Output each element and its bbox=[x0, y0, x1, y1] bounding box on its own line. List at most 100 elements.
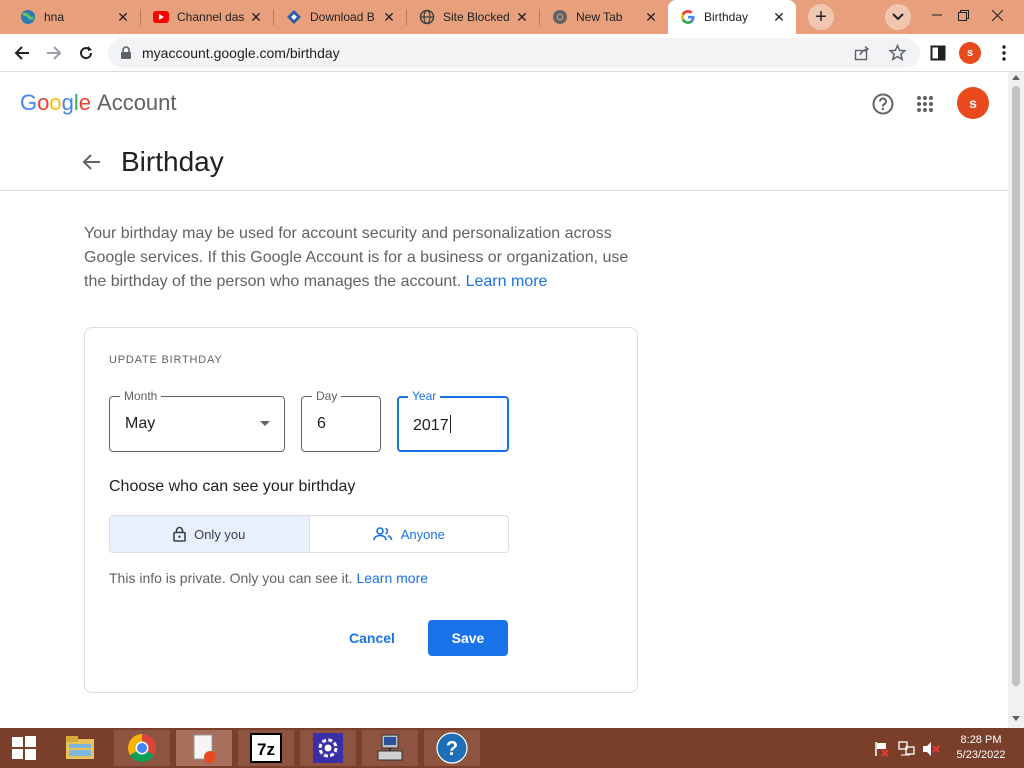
header-divider bbox=[0, 190, 1008, 191]
visibility-option-anyone[interactable]: Anyone bbox=[310, 516, 509, 552]
file-explorer-icon bbox=[66, 736, 94, 759]
tab-hna[interactable]: hna ✕ bbox=[8, 0, 140, 34]
google-account-logo[interactable]: Google Account bbox=[20, 90, 177, 116]
apps-button[interactable] bbox=[911, 90, 939, 118]
year-field[interactable]: Year 2017 bbox=[397, 389, 509, 452]
scroll-up-arrow-icon[interactable] bbox=[1012, 75, 1020, 80]
logo-letter: G bbox=[20, 90, 38, 115]
close-icon[interactable]: ✕ bbox=[644, 10, 658, 24]
lock-icon bbox=[173, 526, 186, 542]
scrollbar-thumb[interactable] bbox=[1012, 86, 1020, 686]
settings-app-icon bbox=[313, 733, 343, 763]
start-button[interactable] bbox=[0, 730, 48, 766]
restore-icon bbox=[957, 9, 969, 21]
logo-letter: o bbox=[37, 90, 50, 115]
page-scrollbar[interactable] bbox=[1008, 72, 1024, 728]
taskbar-clock[interactable]: 8:28 PM 5/23/2022 bbox=[946, 733, 1016, 763]
lock-icon[interactable] bbox=[120, 46, 132, 65]
forward-button[interactable] bbox=[40, 39, 68, 67]
taskbar-notepad[interactable] bbox=[176, 730, 232, 766]
taskbar-file-explorer[interactable] bbox=[52, 730, 108, 766]
browser-tab-strip: hna ✕ Channel das ✕ Download B ✕ Site Bl… bbox=[0, 0, 1024, 34]
volume-muted-icon[interactable] bbox=[922, 741, 940, 762]
notepad-icon bbox=[193, 734, 216, 763]
tab-title: New Tab bbox=[576, 10, 623, 24]
network-icon[interactable] bbox=[898, 741, 916, 762]
logo-letter: o bbox=[49, 90, 62, 115]
close-icon[interactable]: ✕ bbox=[515, 10, 529, 24]
youtube-icon bbox=[153, 9, 169, 25]
tab-title: Birthday bbox=[704, 10, 749, 24]
day-field[interactable]: Day 6 bbox=[301, 389, 381, 452]
windows-taskbar: 7z ? 8:28 PM 5/23/2022 bbox=[0, 728, 1024, 768]
back-arrow-button[interactable] bbox=[80, 150, 104, 174]
side-panel-button[interactable] bbox=[924, 39, 952, 67]
7zip-icon: 7z bbox=[250, 733, 282, 763]
taskbar-7zip[interactable]: 7z bbox=[238, 730, 294, 766]
minimize-button[interactable] bbox=[924, 2, 950, 28]
year-value: 2017 bbox=[413, 415, 451, 435]
windows-logo-icon bbox=[12, 736, 36, 760]
privacy-note: This info is private. Only you can see i… bbox=[109, 570, 428, 586]
visibility-option-only-you[interactable]: Only you bbox=[110, 516, 310, 552]
chrome-icon bbox=[552, 9, 568, 25]
browser-toolbar: myaccount.google.com/birthday s bbox=[0, 34, 1024, 72]
option-label: Only you bbox=[194, 526, 246, 542]
browser-menu-button[interactable] bbox=[990, 39, 1018, 67]
tab-search-button[interactable] bbox=[885, 4, 911, 30]
learn-more-link[interactable]: Learn more bbox=[466, 273, 548, 290]
back-button[interactable] bbox=[8, 39, 36, 67]
arrow-left-icon bbox=[14, 46, 29, 60]
taskbar-settings-app[interactable] bbox=[300, 730, 356, 766]
close-icon[interactable]: ✕ bbox=[382, 10, 396, 24]
account-label: Account bbox=[97, 90, 177, 115]
cancel-button[interactable]: Cancel bbox=[334, 620, 410, 656]
tab-site-blocked[interactable]: Site Blocked ✕ bbox=[407, 0, 539, 34]
share-icon[interactable] bbox=[854, 45, 870, 66]
chevron-down-icon bbox=[892, 13, 904, 21]
network-computer-icon bbox=[377, 734, 403, 761]
arrow-right-icon bbox=[47, 46, 62, 60]
text-caret bbox=[449, 415, 451, 433]
close-icon bbox=[991, 9, 1003, 21]
tab-title: Site Blocked bbox=[443, 10, 510, 24]
logo-letter: e bbox=[78, 90, 92, 115]
tab-new-tab[interactable]: New Tab ✕ bbox=[540, 0, 668, 34]
month-label: Month bbox=[120, 389, 162, 403]
tab-birthday[interactable]: Birthday ✕ bbox=[668, 0, 796, 34]
taskbar-help-app[interactable]: ? bbox=[424, 730, 480, 766]
visibility-toggle: Only you Anyone bbox=[109, 515, 509, 553]
help-button[interactable] bbox=[869, 90, 897, 118]
close-icon[interactable]: ✕ bbox=[116, 10, 130, 24]
tab-download[interactable]: Download B ✕ bbox=[274, 0, 406, 34]
address-bar[interactable]: myaccount.google.com/birthday bbox=[108, 38, 920, 68]
reload-button[interactable] bbox=[72, 39, 100, 67]
save-button[interactable]: Save bbox=[428, 620, 508, 656]
dropdown-arrow-icon bbox=[260, 421, 270, 426]
logo-letter: g bbox=[61, 90, 74, 115]
taskbar-network-app[interactable] bbox=[362, 730, 418, 766]
tab-channel-dashboard[interactable]: Channel das ✕ bbox=[141, 0, 273, 34]
taskbar-chrome[interactable] bbox=[114, 730, 170, 766]
close-icon[interactable]: ✕ bbox=[772, 10, 786, 24]
side-panel-icon bbox=[930, 45, 946, 61]
year-label: Year bbox=[408, 389, 441, 403]
more-vert-icon bbox=[1002, 45, 1006, 61]
minimize-icon bbox=[932, 14, 942, 16]
restore-button[interactable] bbox=[950, 2, 976, 28]
page-title: Birthday bbox=[121, 146, 224, 177]
new-tab-button[interactable]: + bbox=[808, 4, 834, 30]
bookmark-star-icon[interactable] bbox=[888, 43, 907, 66]
close-icon[interactable]: ✕ bbox=[249, 10, 263, 24]
close-window-button[interactable] bbox=[984, 2, 1010, 28]
month-select[interactable]: Month May bbox=[109, 389, 285, 452]
account-avatar[interactable]: s bbox=[957, 87, 989, 119]
day-value: 6 bbox=[317, 415, 326, 432]
scroll-down-arrow-icon[interactable] bbox=[1012, 716, 1020, 721]
globe-icon bbox=[20, 9, 36, 25]
apps-grid-icon bbox=[917, 96, 933, 112]
privacy-learn-more-link[interactable]: Learn more bbox=[356, 570, 428, 586]
profile-avatar[interactable]: s bbox=[959, 42, 981, 64]
url-text[interactable]: myaccount.google.com/birthday bbox=[142, 45, 340, 61]
flag-icon[interactable] bbox=[874, 741, 890, 762]
